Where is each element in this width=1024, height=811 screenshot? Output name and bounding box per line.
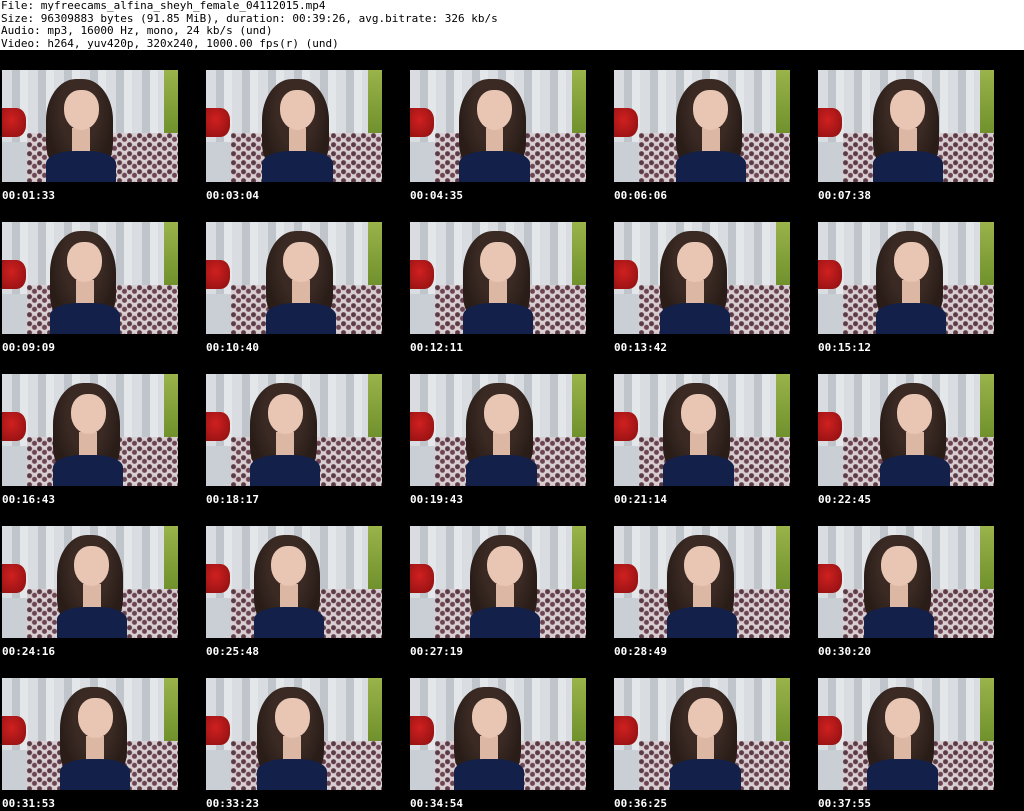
timestamp-label: 00:12:11 — [410, 341, 463, 354]
video-frame-thumbnail — [206, 374, 382, 486]
timestamp-label: 00:13:42 — [614, 341, 667, 354]
thumbnail-cell: 00:25:48 — [204, 506, 408, 658]
timestamp-label: 00:10:40 — [206, 341, 259, 354]
audio-info-line: Audio: mp3, 16000 Hz, mono, 24 kb/s (und… — [1, 24, 273, 37]
thumbnail-cell: 00:09:09 — [0, 202, 204, 354]
timestamp-label: 00:18:17 — [206, 493, 259, 506]
timestamp-label: 00:03:04 — [206, 189, 259, 202]
thumbnail-cell: 00:07:38 — [816, 50, 1020, 202]
timestamp-label: 00:27:19 — [410, 645, 463, 658]
video-frame-thumbnail — [2, 678, 178, 790]
thumbnail-cell: 00:01:33 — [0, 50, 204, 202]
thumbnail-cell: 00:10:40 — [204, 202, 408, 354]
video-frame-thumbnail — [410, 374, 586, 486]
thumbnail-cell: 00:24:16 — [0, 506, 204, 658]
video-frame-thumbnail — [614, 374, 790, 486]
thumbnail-row: 00:09:09 00:10:40 00:12:11 00:13:42 00:15:12 — [0, 202, 1024, 354]
thumbnail-row: 00:24:16 00:25:48 00:27:19 00:28:49 00:30:20 — [0, 506, 1024, 658]
timestamp-label: 00:16:43 — [2, 493, 55, 506]
video-frame-thumbnail — [2, 222, 178, 334]
timestamp-label: 00:37:55 — [818, 797, 871, 810]
thumbnail-cell: 00:21:14 — [612, 354, 816, 506]
video-frame-thumbnail — [206, 222, 382, 334]
timestamp-label: 00:25:48 — [206, 645, 259, 658]
file-name-line: File: myfreecams_alfina_sheyh_female_041… — [1, 0, 326, 12]
thumbnail-cell: 00:19:43 — [408, 354, 612, 506]
video-frame-thumbnail — [410, 70, 586, 182]
thumbnail-cell: 00:16:43 — [0, 354, 204, 506]
video-frame-thumbnail — [206, 678, 382, 790]
timestamp-label: 00:15:12 — [818, 341, 871, 354]
video-frame-thumbnail — [410, 222, 586, 334]
video-frame-thumbnail — [614, 678, 790, 790]
timestamp-label: 00:34:54 — [410, 797, 463, 810]
thumbnail-grid: 00:01:33 00:03:04 00:04:35 00:06:06 00:07:38… — [0, 50, 1024, 811]
thumbnail-cell: 00:34:54 — [408, 658, 612, 810]
timestamp-label: 00:06:06 — [614, 189, 667, 202]
timestamp-label: 00:19:43 — [410, 493, 463, 506]
thumbnail-cell: 00:30:20 — [816, 506, 1020, 658]
video-frame-thumbnail — [410, 678, 586, 790]
thumbnail-cell: 00:15:12 — [816, 202, 1020, 354]
timestamp-label: 00:07:38 — [818, 189, 871, 202]
video-frame-thumbnail — [614, 526, 790, 638]
video-frame-thumbnail — [410, 526, 586, 638]
thumbnail-cell: 00:22:45 — [816, 354, 1020, 506]
thumbnail-cell: 00:06:06 — [612, 50, 816, 202]
timestamp-label: 00:28:49 — [614, 645, 667, 658]
timestamp-label: 00:24:16 — [2, 645, 55, 658]
timestamp-label: 00:22:45 — [818, 493, 871, 506]
thumbnail-cell: 00:37:55 — [816, 658, 1020, 810]
video-frame-thumbnail — [818, 70, 994, 182]
timestamp-label: 00:09:09 — [2, 341, 55, 354]
timestamp-label: 00:30:20 — [818, 645, 871, 658]
video-frame-thumbnail — [2, 70, 178, 182]
thumbnail-row: 00:31:53 00:33:23 00:34:54 00:36:25 00:37:55 — [0, 658, 1024, 810]
thumbnail-cell: 00:31:53 — [0, 658, 204, 810]
thumbnail-row: 00:01:33 00:03:04 00:04:35 00:06:06 00:07:38 — [0, 50, 1024, 202]
timestamp-label: 00:33:23 — [206, 797, 259, 810]
thumbnail-row: 00:16:43 00:18:17 00:19:43 00:21:14 00:22:45 — [0, 354, 1024, 506]
video-frame-thumbnail — [818, 678, 994, 790]
video-info-line: Video: h264, yuv420p, 320x240, 1000.00 f… — [1, 36, 339, 50]
thumbnail-cell: 00:03:04 — [204, 50, 408, 202]
video-frame-thumbnail — [818, 374, 994, 486]
timestamp-label: 00:04:35 — [410, 189, 463, 202]
thumbnail-cell: 00:04:35 — [408, 50, 612, 202]
thumbnail-cell: 00:28:49 — [612, 506, 816, 658]
video-frame-thumbnail — [818, 222, 994, 334]
video-frame-thumbnail — [2, 526, 178, 638]
thumbnail-cell: 00:27:19 — [408, 506, 612, 658]
video-frame-thumbnail — [614, 222, 790, 334]
timestamp-label: 00:31:53 — [2, 797, 55, 810]
timestamp-label: 00:01:33 — [2, 189, 55, 202]
thumbnail-cell: 00:36:25 — [612, 658, 816, 810]
video-frame-thumbnail — [206, 526, 382, 638]
video-frame-thumbnail — [818, 526, 994, 638]
thumbnail-cell: 00:18:17 — [204, 354, 408, 506]
video-frame-thumbnail — [2, 374, 178, 486]
thumbnail-cell: 00:33:23 — [204, 658, 408, 810]
video-frame-thumbnail — [614, 70, 790, 182]
thumbnail-cell: 00:13:42 — [612, 202, 816, 354]
video-frame-thumbnail — [206, 70, 382, 182]
thumbnail-cell: 00:12:11 — [408, 202, 612, 354]
timestamp-label: 00:36:25 — [614, 797, 667, 810]
file-info-header: File: myfreecams_alfina_sheyh_female_041… — [0, 0, 1024, 50]
timestamp-label: 00:21:14 — [614, 493, 667, 506]
